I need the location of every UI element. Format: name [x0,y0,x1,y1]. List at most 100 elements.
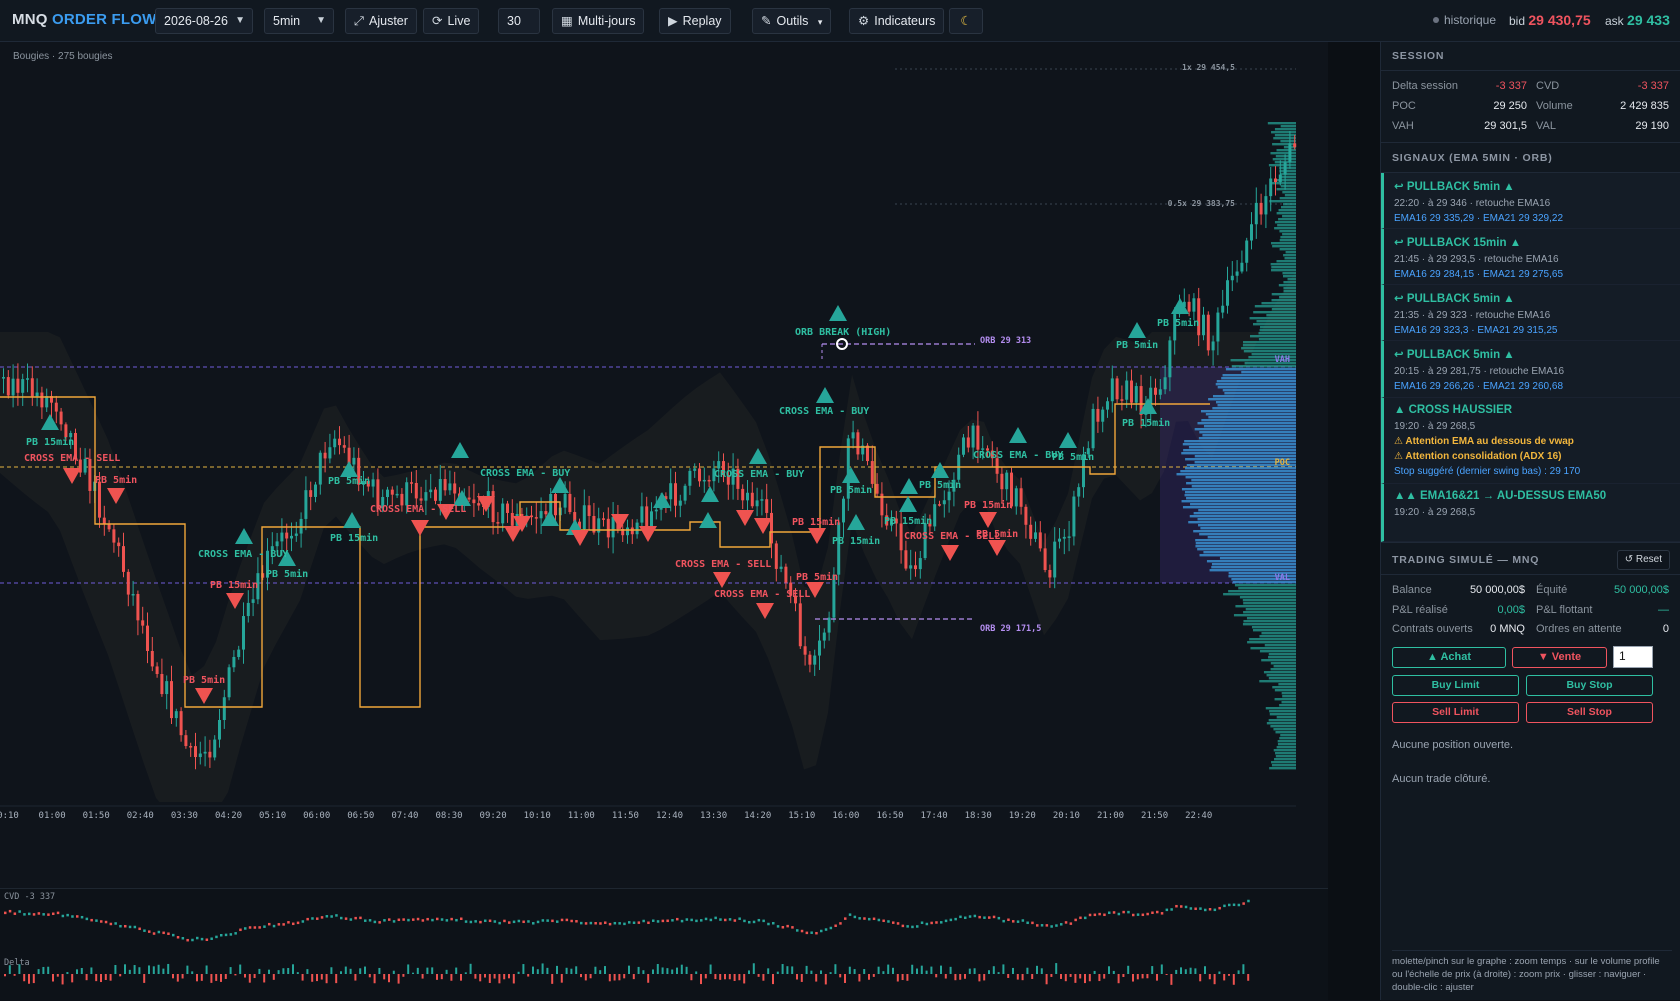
candle-body [59,411,63,425]
count-input[interactable]: 30 [498,8,540,34]
cvd-point [1180,905,1183,908]
open-contracts-value: 0 MNQ [1490,623,1525,635]
signal-item[interactable]: ▲ CROSS HAUSSIER 19:20 · à 29 268,5 ⚠ At… [1381,398,1680,484]
cvd-point [167,932,170,935]
indicators-button[interactable]: ⚙ Indicateurs [849,8,945,34]
brand-symbol: MNQ [12,11,48,28]
candle-body [1000,473,1004,490]
cvd-point [1146,912,1149,916]
sell-limit-button[interactable]: Sell Limit [1392,702,1519,723]
volume-profile-bar [1184,494,1296,497]
tools-menu[interactable]: ✎ Outils ▾ [752,8,832,34]
signal-annotation: CROSS EMA - BUY [714,469,804,480]
candle-body [1154,387,1157,395]
cvd-point [676,917,679,921]
candle-body [1062,536,1066,539]
volume-profile-bar [1281,692,1296,695]
poc-label: POC [1275,458,1290,468]
cvd-point [292,922,295,926]
multiday-button[interactable]: ▦ Multi-jours [552,8,645,34]
delta-bar [1156,974,1158,981]
candle-body [222,697,226,720]
live-button[interactable]: ⟳ Live [423,8,480,34]
cvd-point [925,922,929,926]
cvd-point [191,938,194,942]
signal-item[interactable]: ↩ PULLBACK 5min ▲ 22:20 · à 29 346 · ret… [1381,173,1680,229]
reset-button[interactable]: ↺ Reset [1616,550,1670,570]
replay-button[interactable]: ▶ Replay [659,8,731,34]
candle-body [309,490,313,497]
buy-limit-button[interactable]: Buy Limit [1392,675,1519,696]
signal-item[interactable]: ↩ PULLBACK 15min ▲ 21:45 · à 29 293,5 · … [1381,229,1680,285]
candle-body [35,392,39,397]
market-sell-button[interactable]: ▼ Vente [1512,647,1607,668]
cvd-point [613,921,617,925]
delta-bar [719,974,722,980]
volume-profile-bar [1266,674,1296,677]
cvd-point [796,929,799,932]
delta-bar [253,974,256,979]
candle-body [1158,389,1162,395]
cvd-point [1064,921,1068,924]
candle-body [179,711,183,736]
candle-body [434,489,437,501]
cvd-point [1208,908,1212,911]
signal-item[interactable]: ▲▲ EMA16&21 → AU-DESSUS EMA50 19:20 · à … [1381,484,1680,542]
cvd-point [287,921,290,924]
volume-profile-bar [1270,725,1296,728]
signal-item[interactable]: ↩ PULLBACK 5min ▲ 20:15 · à 29 281,75 · … [1381,341,1680,398]
cvd-point [18,910,21,913]
cvd-point [954,917,957,921]
candlestick-chart-svg[interactable]: VAH POC VAL ORB 29 313 ORB 29 171,5 1x 29 454… [0,42,1328,888]
candle-body [563,493,567,508]
time-tick-label: 0:10 [0,811,19,821]
caret-down-icon: ▾ [817,17,823,27]
candle-body [1240,262,1244,272]
delta-bar [263,974,266,983]
delta-bar [853,969,856,974]
cvd-point [330,915,333,918]
volume-profile-bar [1209,569,1296,572]
time-tick-label: 16:50 [876,811,903,821]
volume-profile-bar [1278,284,1296,287]
delta-bar [181,974,184,979]
theme-toggle[interactable]: ☾ [949,8,983,34]
signal-annotation: PB 15min [26,436,74,448]
delta-bar [882,971,885,974]
volume-profile-bar [1282,191,1296,194]
cvd-delta-pane[interactable]: CVD -3 337 Delta [0,888,1328,1000]
cvd-point [239,928,242,932]
cvd-point [656,920,660,923]
closed-trades-empty: Aucun trade clôturé. [1392,773,1491,785]
signal-item[interactable]: ↩ PULLBACK 5min ▲ 21:35 · à 29 323 · ret… [1381,285,1680,341]
volume-profile-bar [1271,299,1296,302]
sell-stop-button[interactable]: Sell Stop [1526,702,1653,723]
delta-bar [584,974,587,981]
signal-ema-values: EMA16 29 335,29 · EMA21 29 329,22 [1394,213,1564,224]
volume-profile-bar [1271,761,1296,764]
signal-subtitle: 22:20 · à 29 346 · retouche EMA16 [1394,198,1551,209]
cvd-point [949,918,953,922]
date-select[interactable]: 2026-08-26 ▼ [155,8,253,34]
cvd-point [1228,903,1231,907]
volume-profile-bar [1198,524,1296,527]
delta-bar [1237,970,1240,974]
interval-select[interactable]: 5min ▼ [264,8,334,34]
cvd-point [474,920,477,923]
volume-profile-bar [1185,476,1296,479]
time-tick-label: 14:20 [744,811,771,821]
buy-stop-button[interactable]: Buy Stop [1526,675,1653,696]
cvd-point [738,917,741,920]
volume-profile-bar [1269,710,1296,713]
volume-profile-bar [1282,215,1296,218]
quantity-input[interactable]: 1 [1613,646,1653,668]
time-tick-label: 10:10 [524,811,551,821]
price-chart[interactable]: VAH POC VAL ORB 29 313 ORB 29 171,5 1x 29 454… [0,42,1328,888]
volume-profile-bar [1197,518,1296,521]
cvd-point [781,926,785,929]
market-buy-button[interactable]: ▲ Achat [1392,647,1506,668]
candle-body [26,378,29,380]
cvd-point [220,933,223,937]
fit-button[interactable]: ⤢ Ajuster [345,8,417,34]
cvd-point [733,919,737,922]
